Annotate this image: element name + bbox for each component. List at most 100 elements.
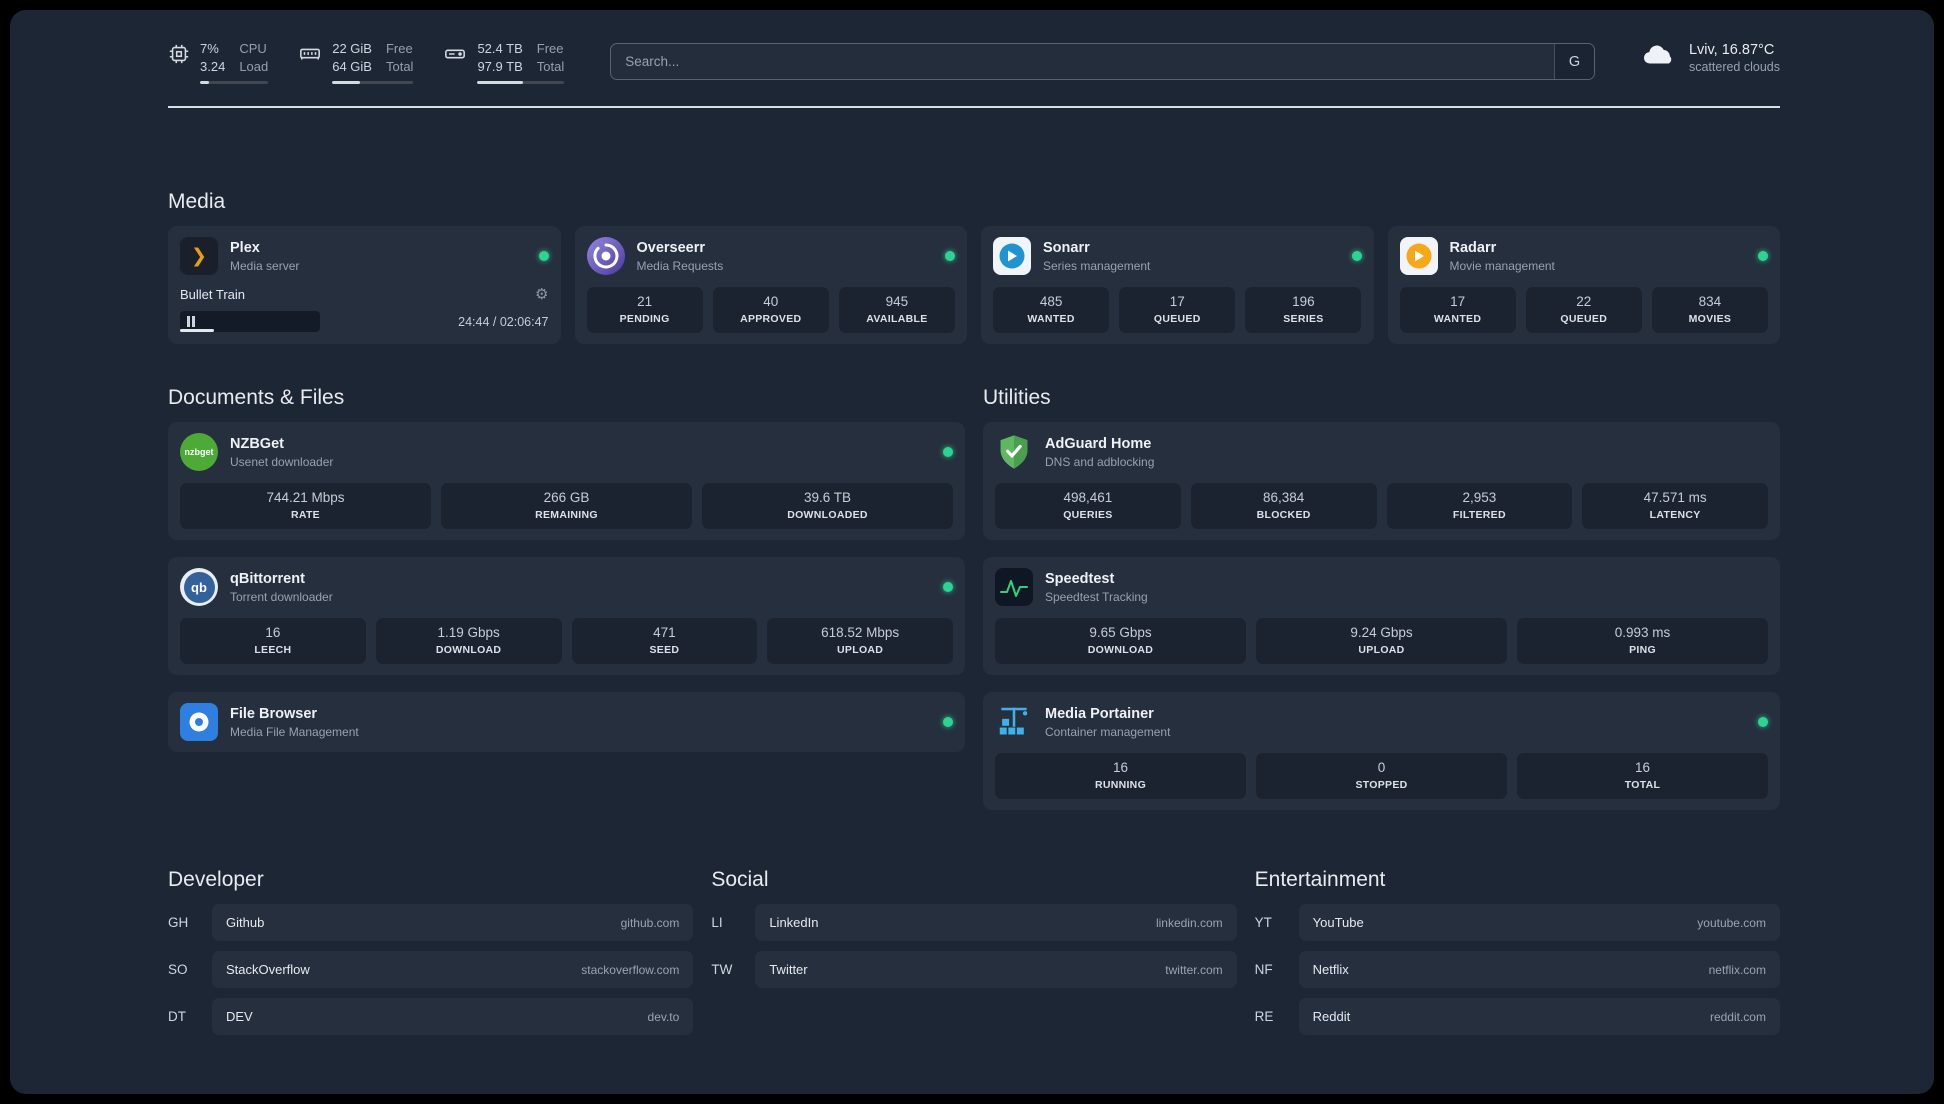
service-name: qBittorrent bbox=[230, 570, 305, 587]
service-name: Radarr bbox=[1449, 239, 1497, 256]
bookmark-link-reddit[interactable]: Reddit reddit.com bbox=[1298, 998, 1780, 1036]
stat-tile: 22 QUEUED bbox=[1525, 287, 1642, 334]
bookmark-row: RE Reddit reddit.com bbox=[1254, 998, 1780, 1036]
pause-icon[interactable] bbox=[187, 316, 195, 328]
cpu-widget: 7% 3.24 CPU Load bbox=[168, 40, 269, 85]
stat-tile: 9.24 Gbps UPLOAD bbox=[1256, 618, 1507, 665]
service-card-overseerr[interactable]: Overseerr Media Requests 21 PENDING 40 APP… bbox=[574, 226, 967, 345]
service-name: File Browser bbox=[230, 705, 318, 722]
overseerr-icon bbox=[586, 237, 625, 276]
bookmark-abbr: RE bbox=[1254, 1009, 1274, 1025]
service-name: Overseerr bbox=[636, 239, 706, 256]
nzbget-icon: nzbget bbox=[180, 433, 218, 472]
topbar: 7% 3.24 CPU Load 22 GiB 64 GiB Free Tota… bbox=[168, 40, 1780, 85]
stat-tile: 86,384 BLOCKED bbox=[1190, 483, 1377, 530]
section-title-developer: Developer bbox=[168, 868, 264, 892]
bookmark-link-linkedin[interactable]: LinkedIn linkedin.com bbox=[755, 904, 1237, 942]
radarr-icon bbox=[1399, 237, 1438, 276]
bookmark-group-entertainment: Entertainment YT YouTube youtube.com NF … bbox=[1254, 868, 1780, 1036]
search-input[interactable] bbox=[611, 44, 1554, 79]
memory-free-value: 22 GiB bbox=[332, 41, 372, 56]
gear-icon[interactable]: ⚙ bbox=[535, 285, 548, 303]
service-card-nzbget[interactable]: nzbget NZBGet Usenet downloader 744.21 M… bbox=[168, 422, 965, 541]
cloud-icon bbox=[1641, 43, 1677, 74]
service-name: AdGuard Home bbox=[1045, 435, 1152, 452]
service-card-filebrowser[interactable]: File Browser Media File Management bbox=[168, 692, 965, 753]
service-name: Sonarr bbox=[1043, 239, 1090, 256]
bookmark-link-github[interactable]: Github github.com bbox=[212, 904, 694, 942]
cpu-load-value: 3.24 bbox=[200, 59, 226, 75]
bookmark-link-youtube[interactable]: YouTube youtube.com bbox=[1298, 904, 1780, 942]
bookmark-link-stackoverflow[interactable]: StackOverflow stackoverflow.com bbox=[212, 951, 694, 989]
status-dot bbox=[1351, 251, 1362, 262]
speedtest-icon bbox=[995, 568, 1033, 607]
stat-tile: 0 STOPPED bbox=[1256, 753, 1507, 800]
section-title-entertainment: Entertainment bbox=[1254, 868, 1386, 892]
middle-columns: Documents & Files nzbget NZBGet Usenet d… bbox=[168, 386, 1780, 811]
bookmark-row: DT DEV dev.to bbox=[168, 998, 694, 1036]
status-dot bbox=[1758, 251, 1768, 262]
memory-usage-bar bbox=[332, 81, 414, 85]
sonarr-icon bbox=[993, 237, 1031, 276]
weather-widget: Lviv, 16.87°C scattered clouds bbox=[1641, 42, 1780, 74]
playback-time: 24:44 / 02:06:47 bbox=[458, 314, 549, 329]
disk-icon bbox=[443, 43, 467, 70]
stat-tile: 2,953 FILTERED bbox=[1386, 483, 1573, 530]
stat-tile: 485 WANTED bbox=[993, 287, 1110, 334]
disk-usage-bar bbox=[477, 81, 565, 85]
plex-icon: ❯ bbox=[180, 237, 218, 276]
bookmark-link-dev[interactable]: DEV dev.to bbox=[212, 998, 694, 1036]
now-playing-title: Bullet Train bbox=[180, 286, 246, 302]
disk-widget: 52.4 TB 97.9 TB Free Total bbox=[443, 40, 565, 85]
service-description: Media Requests bbox=[636, 258, 724, 273]
stat-tile: 471 SEED bbox=[571, 618, 758, 665]
disk-total-label: Total bbox=[536, 59, 565, 75]
stat-tile: 498,461 QUERIES bbox=[995, 483, 1181, 530]
stat-tile: 16 RUNNING bbox=[995, 753, 1246, 800]
search-provider-button[interactable]: G bbox=[1553, 44, 1594, 79]
stat-tile: 39.6 TB DOWNLOADED bbox=[702, 483, 953, 530]
bookmark-abbr: GH bbox=[168, 915, 189, 931]
stat-tile: 16 TOTAL bbox=[1517, 753, 1768, 800]
utilities-column: Utilities AdGuard Home DNS and adblockin… bbox=[983, 386, 1780, 811]
stat-tile: 17 WANTED bbox=[1399, 287, 1516, 334]
bookmark-abbr: DT bbox=[168, 1009, 186, 1025]
status-dot bbox=[945, 251, 955, 262]
disk-free-label: Free bbox=[536, 41, 564, 56]
bookmarks-section: Developer GH Github github.com SO StackO… bbox=[168, 868, 1780, 1036]
service-name: NZBGet bbox=[230, 435, 284, 452]
cpu-label: CPU bbox=[239, 41, 267, 56]
service-description: Series management bbox=[1043, 258, 1151, 273]
service-description: Media server bbox=[230, 258, 300, 273]
stat-tile: 834 MOVIES bbox=[1651, 287, 1768, 334]
dashboard: 7% 3.24 CPU Load 22 GiB 64 GiB Free Tota… bbox=[10, 10, 1934, 1094]
topbar-divider bbox=[168, 106, 1780, 109]
stat-tile: 618.52 Mbps UPLOAD bbox=[767, 618, 953, 665]
service-card-portainer[interactable]: Media Portainer Container management 16 R… bbox=[983, 692, 1780, 811]
bookmark-row: GH Github github.com bbox=[168, 904, 694, 942]
bookmark-link-twitter[interactable]: Twitter twitter.com bbox=[755, 951, 1237, 989]
service-description: DNS and adblocking bbox=[1045, 454, 1155, 469]
memory-free-label: Free bbox=[385, 41, 413, 56]
section-title-documents: Documents & Files bbox=[168, 386, 345, 410]
bookmark-row: YT YouTube youtube.com bbox=[1255, 904, 1780, 942]
section-title-social: Social bbox=[711, 868, 769, 892]
bookmark-link-netflix[interactable]: Netflix netflix.com bbox=[1298, 951, 1780, 989]
service-card-radarr[interactable]: Radarr Movie management 17 WANTED 22 QUEUE… bbox=[1387, 226, 1780, 345]
status-dot bbox=[1758, 717, 1768, 728]
bookmark-group-social: Social LI LinkedIn linkedin.com TW Twitt… bbox=[711, 868, 1237, 1035]
service-card-adguard[interactable]: AdGuard Home DNS and adblocking 498,461 Q… bbox=[983, 422, 1780, 541]
media-grid: ❯ Plex Media server Bullet Train ⚙ 24:44… bbox=[168, 226, 1780, 345]
playback-seek-bar[interactable] bbox=[180, 311, 320, 333]
status-dot bbox=[943, 582, 953, 593]
service-card-plex[interactable]: ❯ Plex Media server Bullet Train ⚙ 24:44… bbox=[168, 226, 561, 345]
service-card-speedtest[interactable]: Speedtest Speedtest Tracking 9.65 Gbps DO… bbox=[983, 557, 1780, 676]
stat-tile: 0.993 ms PING bbox=[1517, 618, 1768, 665]
service-name: Plex bbox=[230, 239, 260, 256]
stat-tile: 47.571 ms LATENCY bbox=[1582, 483, 1768, 530]
service-card-qbittorrent[interactable]: qb qBittorrent Torrent downloader 16 LEEC… bbox=[168, 557, 965, 676]
qbittorrent-icon: qb bbox=[180, 568, 218, 607]
service-card-sonarr[interactable]: Sonarr Series management 485 WANTED 17 QUE… bbox=[981, 226, 1374, 345]
weather-location: Lviv, 16.87°C bbox=[1688, 42, 1775, 58]
service-description: Speedtest Tracking bbox=[1045, 589, 1148, 604]
